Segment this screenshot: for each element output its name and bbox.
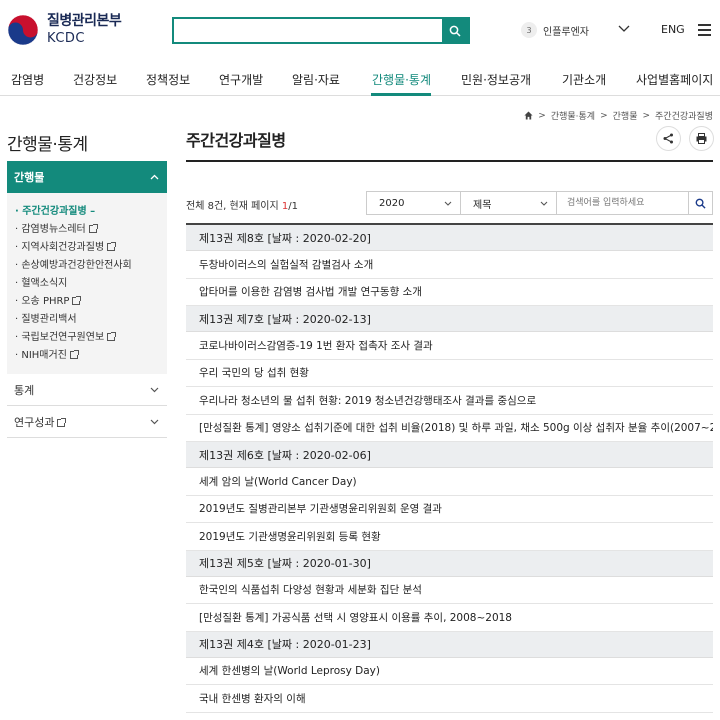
search-icon: [695, 198, 706, 209]
nav-item-business-sites[interactable]: 사업별홈페이지: [636, 71, 713, 88]
nav-item-policy-info[interactable]: 정책정보: [146, 71, 190, 88]
article-link[interactable]: 압타머를 이용한 감염병 검사법 개발 연구동향 소개: [186, 279, 713, 306]
nav-item-publications[interactable]: 간행물·통계: [372, 71, 431, 88]
breadcrumb-current: 주간건강과질병: [655, 112, 713, 122]
issue-group-header: 제13권 제5호 [날짜 : 2020-01-30]: [186, 550, 713, 577]
lnb-sub-item[interactable]: · 손상예방과건강한안전사회: [15, 257, 167, 275]
nav-item-about[interactable]: 기관소개: [562, 71, 606, 88]
year-select[interactable]: 2020: [366, 191, 461, 215]
breadcrumb-item[interactable]: 간행물: [613, 109, 638, 122]
active-nav-indicator: [371, 93, 431, 96]
language-english-link[interactable]: ENG: [661, 23, 685, 36]
lnb-sub-item[interactable]: · 질병관리백서: [15, 311, 167, 329]
page-title: 주간건강과질병: [186, 131, 286, 150]
menu-icon[interactable]: [698, 24, 711, 39]
chevron-down-icon[interactable]: [618, 25, 630, 33]
taegeuk-logo-icon: [7, 14, 39, 46]
nav-item-health-info[interactable]: 건강정보: [73, 71, 117, 88]
lnb-sub-list: · 주간건강과질병 – · 감염병뉴스레터 · 지역사회건강과질병 · 손상예방…: [7, 193, 167, 374]
issue-list: 제13권 제8호 [날짜 : 2020-02-20] 두창바이러스의 실험실적 …: [186, 223, 713, 713]
lnb-sub-item[interactable]: · 감염병뉴스레터: [15, 221, 167, 239]
print-button[interactable]: [689, 126, 714, 151]
lnb-sub-item[interactable]: · 주간건강과질병 –: [15, 203, 167, 221]
lnb-sub-item[interactable]: · 국립보건연구원연보: [15, 329, 167, 347]
chevron-down-icon: [150, 419, 159, 424]
article-link[interactable]: 2019년도 기관생명윤리위원회 등록 현황: [186, 523, 713, 551]
breadcrumb-item[interactable]: 간행물·통계: [551, 109, 595, 122]
global-search-input[interactable]: [174, 19, 442, 42]
issue-group-header: 제13권 제4호 [날짜 : 2020-01-23]: [186, 631, 713, 658]
section-title: 간행물·통계: [7, 135, 88, 155]
lnb-head-publications[interactable]: 간행물: [7, 161, 167, 193]
logo-korean-text: 질병관리본부: [47, 13, 122, 29]
rank-badge: 3: [521, 22, 537, 38]
lnb-sub-item[interactable]: · 지역사회건강과질병: [15, 239, 167, 257]
nav-item-infectious-disease[interactable]: 감염병: [11, 71, 44, 88]
article-link[interactable]: 우리 국민의 당 섭취 현황: [186, 360, 713, 387]
external-link-icon: [57, 417, 67, 427]
trending-keyword-label: 인플루엔자: [543, 26, 589, 38]
issue-group-header: 제13권 제7호 [날짜 : 2020-02-13]: [186, 306, 713, 332]
issue-group-header: 제13권 제8호 [날짜 : 2020-02-20]: [186, 225, 713, 251]
article-link[interactable]: 코로나바이러스감염증-19 1번 환자 접촉자 조사 결과: [186, 332, 713, 360]
chevron-up-icon: [150, 174, 159, 180]
breadcrumb: > 간행물·통계 > 간행물 > 주간건강과질병: [524, 109, 713, 122]
result-count: 전체 8건, 현재 페이지 1/1: [186, 201, 298, 212]
article-link[interactable]: 우리나라 청소년의 물 섭취 현황: 2019 청소년건강행태조사 결과를 중심…: [186, 387, 713, 415]
nav-item-research[interactable]: 연구개발: [219, 71, 263, 88]
nav-item-civil-service[interactable]: 민원·정보공개: [461, 71, 531, 88]
article-link[interactable]: 한국인의 식품섭취 다양성 현황과 세분화 집단 분석: [186, 577, 713, 604]
lnb-sub-item[interactable]: · 혈액소식지: [15, 275, 167, 293]
lnb-head-label: 간행물: [14, 171, 45, 184]
title-divider: [186, 160, 713, 162]
external-link-icon: [88, 224, 98, 233]
home-icon[interactable]: [524, 111, 533, 120]
print-icon: [696, 133, 707, 144]
keyword-search-button[interactable]: [689, 191, 713, 215]
chevron-down-icon: [150, 387, 159, 392]
lnb-sub-item[interactable]: · NIH매거진: [15, 347, 167, 365]
side-navigation: 간행물 · 주간건강과질병 – · 감염병뉴스레터 · 지역사회건강과질병 · …: [7, 161, 167, 438]
lnb-item-research-results[interactable]: 연구성과: [7, 406, 167, 438]
lnb-item-statistics[interactable]: 통계: [7, 374, 167, 406]
lnb-sub-item[interactable]: · 오송 PHRP: [15, 293, 167, 311]
article-link[interactable]: [만성질환 통계] 가공식품 선택 시 영양표시 이용률 추이, 2008~20…: [186, 604, 713, 632]
logo-english-text: KCDC: [47, 31, 85, 46]
global-search-button[interactable]: [442, 19, 468, 42]
external-link-icon: [72, 296, 82, 305]
share-icon: [663, 133, 673, 144]
nav-item-notice[interactable]: 알림·자료: [292, 71, 340, 88]
main-navigation: 감염병 건강정보 정책정보 연구개발 알림·자료 간행물·통계 민원·정보공개 …: [0, 62, 720, 96]
keyword-input[interactable]: [557, 191, 689, 215]
search-filter: 2020 제목: [366, 191, 713, 215]
article-link[interactable]: 세계 암의 날(World Cancer Day): [186, 468, 713, 496]
share-button[interactable]: [656, 126, 681, 151]
external-link-icon: [107, 242, 117, 251]
external-link-icon: [107, 332, 117, 341]
trending-keyword[interactable]: 3 인플루엔자: [521, 22, 589, 38]
external-link-icon: [69, 350, 79, 359]
site-logo[interactable]: 질병관리본부 KCDC: [7, 13, 122, 47]
site-header: 질병관리본부 KCDC 3 인플루엔자 ENG: [0, 0, 720, 62]
issue-group-header: 제13권 제6호 [날짜 : 2020-02-06]: [186, 442, 713, 468]
article-link[interactable]: 국내 한센병 환자의 이해: [186, 685, 713, 713]
field-select[interactable]: 제목: [461, 191, 557, 215]
chevron-down-icon: [540, 201, 548, 206]
article-link[interactable]: 2019년도 질병관리본부 기관생명윤리위원회 운영 결과: [186, 496, 713, 523]
search-icon: [449, 25, 461, 37]
global-search: [172, 17, 470, 44]
article-link[interactable]: [만성질환 통계] 영양소 섭취기준에 대한 섭취 비율(2018) 및 하루 …: [186, 415, 713, 442]
article-link[interactable]: 세계 한센병의 날(World Leprosy Day): [186, 658, 713, 685]
chevron-down-icon: [444, 201, 452, 206]
article-link[interactable]: 두창바이러스의 실험실적 감별검사 소개: [186, 251, 713, 279]
